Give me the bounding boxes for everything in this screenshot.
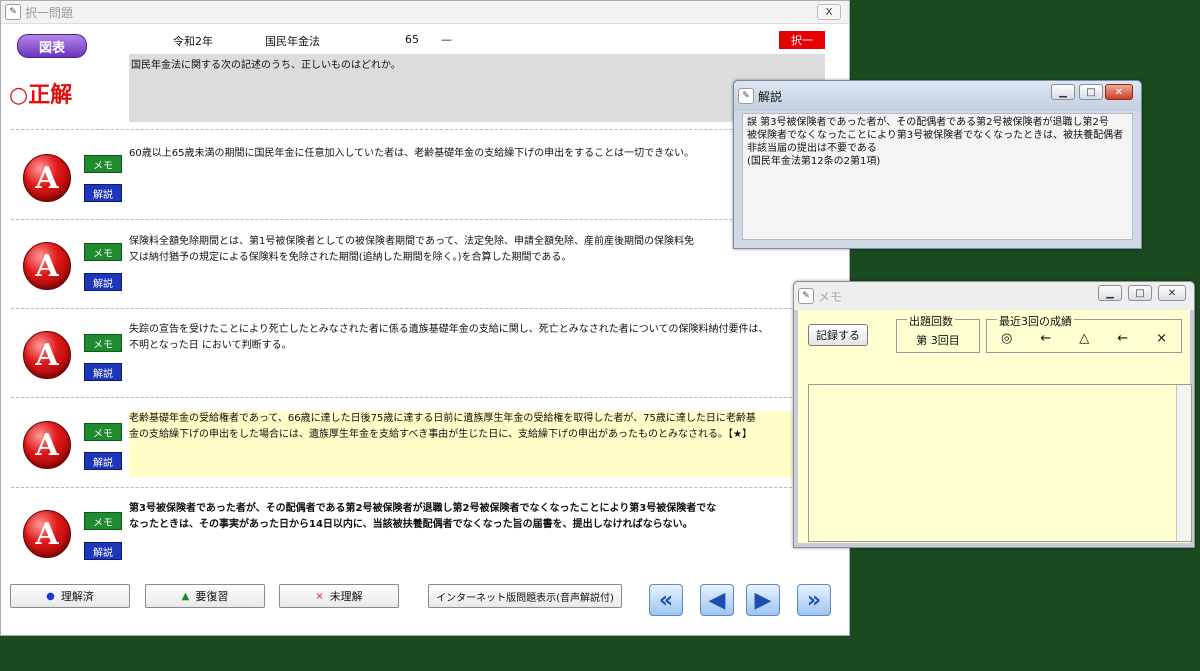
- maximize-icon[interactable]: □: [1079, 84, 1103, 100]
- main-titlebar[interactable]: ✎ 択一問題 X: [1, 1, 849, 24]
- choice-3-text: 失踪の宣告を受けたことにより死亡したとみなされた者に係る遺族基礎年金の支給に関し…: [129, 322, 839, 354]
- choice-line: 不明となった日 において判断する。: [129, 340, 292, 351]
- understood-label: 理解済: [60, 590, 94, 603]
- count-label: 出題回数: [907, 313, 955, 329]
- results-row: ◎ ← △ ← ×: [987, 331, 1181, 346]
- understood-button[interactable]: ● 理解済: [10, 584, 130, 608]
- main-window: ✎ 択一問題 X 令和2年 国民年金法 65 — 択一 図表 ○正解 国民年金法…: [0, 0, 850, 636]
- memo-panel: 記録する 出題回数 第 3回目 最近3回の成績 ◎ ← △ ← ×: [798, 310, 1192, 543]
- choice-line: 又は納付猶予の規定による保険料を免除された期間(追納した期間を除く。)を合算した…: [129, 252, 572, 263]
- divider: [11, 129, 847, 130]
- triangle-icon: ▲: [181, 590, 190, 602]
- choice-5-kaisetsu-button[interactable]: 解説: [84, 542, 122, 560]
- divider: [11, 487, 847, 488]
- choice-1-kaisetsu-button[interactable]: 解説: [84, 184, 122, 202]
- recent-results-group: 最近3回の成績 ◎ ← △ ← ×: [986, 313, 1182, 353]
- verdict-label: 正解: [28, 83, 73, 108]
- triangle-icon: △: [1079, 331, 1090, 346]
- memo-window: ✎ メモ ▁ □ ✕ 記録する 出題回数 第 3回目 最近3回の成績 ◎ ← △…: [793, 281, 1195, 548]
- verdict: ○正解: [9, 77, 72, 109]
- memo-window-title: メモ: [818, 289, 843, 304]
- kaisetsu-window: ✎ 解説 ▁ □ ✕ 誤 第3号被保険者であった者が、その配偶者である第2号被保…: [733, 80, 1142, 249]
- choice-1-answer-icon[interactable]: A: [23, 154, 71, 202]
- cross-icon: ×: [315, 590, 324, 602]
- first-page-icon[interactable]: «: [649, 584, 683, 616]
- count-value: 第 3回目: [916, 334, 960, 347]
- minimize-icon[interactable]: ▁: [1051, 84, 1075, 100]
- choice-line: 金の支給繰下げの申出をした場合には、遺族厚生年金を支給すべき事由が生じた日に、支…: [129, 429, 752, 440]
- question-header: 令和2年 国民年金法 65 —: [1, 31, 851, 49]
- circle-icon: ●: [46, 590, 55, 602]
- double-circle-icon: ◎: [1000, 331, 1013, 346]
- app-icon: ✎: [738, 88, 754, 104]
- main-close-button[interactable]: X: [817, 4, 841, 20]
- kaisetsu-body: 誤 第3号被保険者であった者が、その配偶者である第2号被保険者が退職し第2号 被…: [742, 113, 1133, 240]
- zuhyo-button[interactable]: 図表: [17, 34, 87, 58]
- choice-line: 老齢基礎年金の受給権者であって、66歳に達した日後75歳に達する日前に遺族厚生年…: [129, 413, 756, 424]
- app-icon: ✎: [5, 4, 21, 20]
- choice-3-memo-button[interactable]: メモ: [84, 334, 122, 352]
- choice-1-memo-button[interactable]: メモ: [84, 155, 122, 173]
- choice-4-answer-icon[interactable]: A: [23, 421, 71, 469]
- divider: [11, 397, 847, 398]
- header-dash: —: [441, 33, 452, 46]
- kaisetsu-line: 誤 第3号被保険者であった者が、その配偶者である第2号被保険者が退職し第2号: [747, 117, 1109, 128]
- count-group: 出題回数 第 3回目: [896, 313, 980, 353]
- review-button[interactable]: ▲ 要復習: [145, 584, 265, 608]
- memo-scrollbar[interactable]: [1176, 385, 1191, 541]
- record-button[interactable]: 記録する: [808, 324, 868, 346]
- kaisetsu-titlebar[interactable]: ✎ 解説 ▁ □ ✕: [734, 81, 1141, 111]
- choice-line: なったときは、その事実があった日から14日以内に、当該被扶養配偶者でなくなった旨…: [129, 519, 693, 530]
- close-icon[interactable]: ✕: [1158, 285, 1186, 301]
- kaisetsu-line: 被保険者でなくなったことにより第3号被保険者でなくなったときは、被扶養配偶者: [747, 130, 1124, 141]
- choice-5-answer-icon[interactable]: A: [23, 510, 71, 558]
- choice-5-memo-button[interactable]: メモ: [84, 512, 122, 530]
- divider: [11, 308, 847, 309]
- memo-textarea[interactable]: [808, 384, 1192, 542]
- app-icon: ✎: [798, 288, 814, 304]
- choice-2-memo-button[interactable]: メモ: [84, 243, 122, 261]
- question-number: 65: [405, 33, 419, 46]
- era-label: 令和2年: [173, 35, 213, 48]
- choice-5-text: 第3号被保険者であった者が、その配偶者である第2号被保険者が退職し第2号被保険者…: [129, 501, 839, 533]
- correct-mark-icon: ○: [9, 83, 29, 108]
- next-page-icon[interactable]: ▶: [746, 584, 780, 616]
- recent-label: 最近3回の成績: [997, 313, 1074, 329]
- internet-version-button[interactable]: インターネット版問題表示(音声解説付): [428, 584, 622, 608]
- kaisetsu-line: 非該当届の提出は不要である: [747, 143, 877, 154]
- kaisetsu-line: (国民年金法第12条の2第1項): [747, 156, 881, 167]
- main-window-title: 択一問題: [25, 5, 74, 20]
- not-understood-button[interactable]: × 未理解: [279, 584, 399, 608]
- arrow-left-icon: ←: [1040, 331, 1052, 346]
- question-text: 国民年金法に関する次の記述のうち、正しいものはどれか。: [129, 54, 825, 122]
- divider: [11, 219, 847, 220]
- choice-3-answer-icon[interactable]: A: [23, 331, 71, 379]
- choice-line: 第3号被保険者であった者が、その配偶者である第2号被保険者が退職し第2号被保険者…: [129, 503, 717, 514]
- kaisetsu-window-title: 解説: [758, 89, 783, 104]
- not-understood-label: 未理解: [329, 590, 363, 603]
- arrow-left-icon: ←: [1117, 331, 1129, 346]
- close-icon[interactable]: ✕: [1105, 84, 1133, 100]
- choice-4-kaisetsu-button[interactable]: 解説: [84, 452, 122, 470]
- choice-line: 失踪の宣告を受けたことにより死亡したとみなされた者に係る遺族基礎年金の支給に関し…: [129, 324, 769, 335]
- minimize-icon[interactable]: ▁: [1098, 285, 1122, 301]
- maximize-icon[interactable]: □: [1128, 285, 1152, 301]
- choice-2-answer-icon[interactable]: A: [23, 242, 71, 290]
- choice-3-kaisetsu-button[interactable]: 解説: [84, 363, 122, 381]
- choice-2-kaisetsu-button[interactable]: 解説: [84, 273, 122, 291]
- memo-titlebar[interactable]: ✎ メモ ▁ □ ✕: [794, 282, 1194, 310]
- prev-page-icon[interactable]: ◀: [700, 584, 734, 616]
- choice-4-text: 老齢基礎年金の受給権者であって、66歳に達した日後75歳に達する日前に遺族厚生年…: [129, 411, 839, 477]
- last-page-icon[interactable]: »: [797, 584, 831, 616]
- law-label: 国民年金法: [265, 35, 320, 48]
- cross-icon: ×: [1156, 331, 1167, 346]
- review-label: 要復習: [195, 590, 229, 603]
- choice-4-memo-button[interactable]: メモ: [84, 423, 122, 441]
- mode-button[interactable]: 択一: [779, 31, 825, 49]
